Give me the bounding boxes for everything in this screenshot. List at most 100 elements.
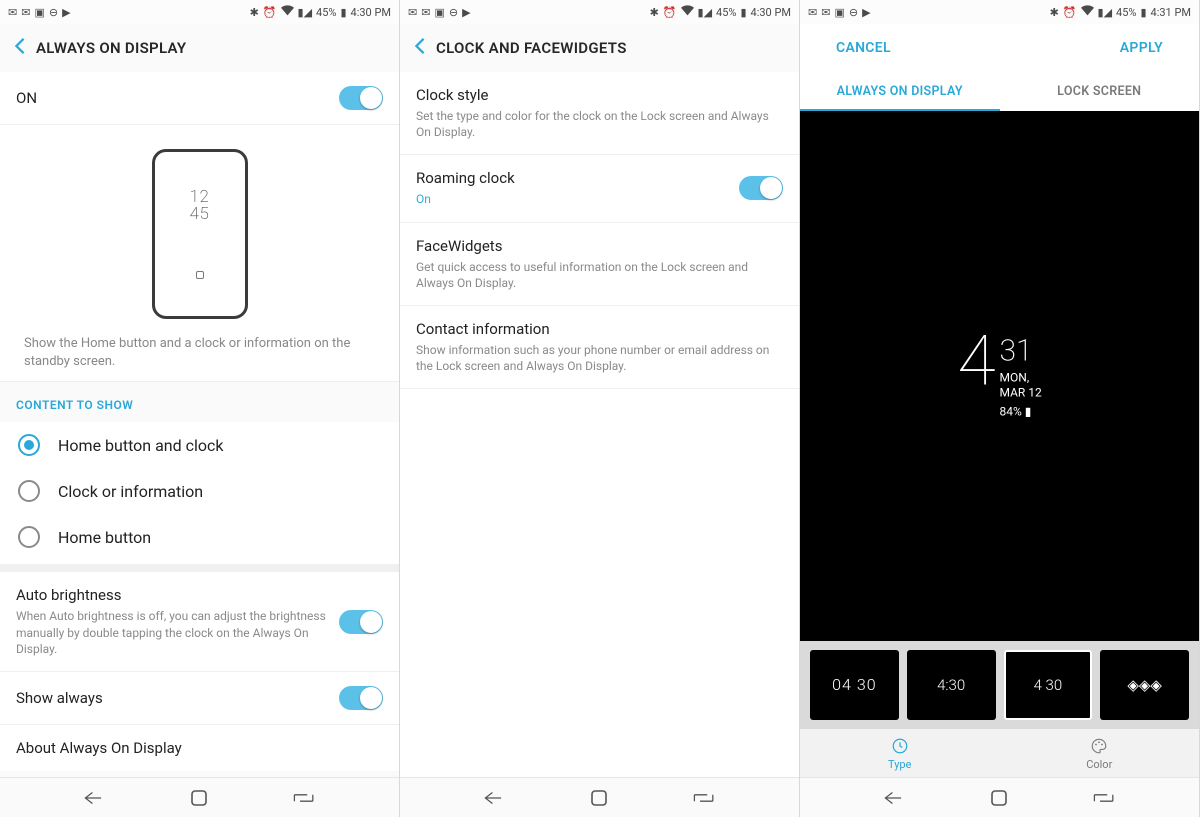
radio-icon: [18, 480, 40, 502]
section-header-content: CONTENT TO SHOW: [0, 382, 399, 422]
tab-lock-screen[interactable]: LOCK SCREEN: [1000, 72, 1200, 111]
cancel-button[interactable]: CANCEL: [836, 40, 891, 56]
radio-home-button-and-clock[interactable]: Home button and clock: [0, 422, 399, 468]
nav-bar: [0, 777, 399, 817]
on-label: ON: [16, 89, 329, 107]
clock-preview: 4 31 MON, MAR 12 84% ▮: [800, 111, 1199, 641]
image-icon: ▣: [434, 6, 444, 19]
preview-home-button-icon: [196, 271, 204, 279]
auto-brightness-row[interactable]: Auto brightness When Auto brightness is …: [0, 572, 399, 672]
alarm-icon: ⏰: [263, 6, 277, 19]
status-bar: ✉ ✉ ▣ ⊖ ▶ ✱ ⏰ ▮◢ 45% ▮ 4:30 PM: [400, 0, 799, 24]
mail-icon: ✉: [808, 6, 817, 19]
page-title: CLOCK AND FACEWIDGETS: [436, 39, 627, 57]
app-bar: ALWAYS ON DISPLAY: [0, 24, 399, 72]
gmail-icon: ✉: [821, 6, 830, 19]
battery-icon: ▮: [740, 6, 746, 19]
battery-percent: 45%: [316, 6, 336, 19]
contact-information-row[interactable]: Contact information Show information suc…: [400, 306, 799, 389]
back-icon[interactable]: [414, 37, 426, 59]
row-sub: Set the type and color for the clock on …: [416, 108, 783, 140]
nav-recents-icon[interactable]: [1092, 789, 1116, 807]
nav-recents-icon[interactable]: [292, 789, 316, 807]
signal-icon: ▮◢: [1098, 6, 1113, 19]
preview-date-l2: MAR 12: [1000, 386, 1042, 400]
show-always-row[interactable]: Show always: [0, 672, 399, 725]
status-time: 4:30 PM: [751, 6, 791, 19]
radio-clock-or-information[interactable]: Clock or information: [0, 468, 399, 514]
tab-type[interactable]: Type: [800, 729, 1000, 777]
nav-recents-icon[interactable]: [692, 789, 716, 807]
row-title: Roaming clock: [416, 169, 729, 187]
bluetooth-icon: ✱: [250, 6, 259, 19]
clock-style-row[interactable]: Clock style Set the type and color for t…: [400, 72, 799, 155]
nav-back-icon[interactable]: [83, 789, 105, 807]
status-bar: ✉ ✉ ▣ ⊖ ▶ ✱ ⏰ ▮◢ 45% ▮ 4:31 PM: [800, 0, 1199, 24]
gmail-icon: ✉: [408, 6, 417, 19]
row-title: Clock style: [416, 86, 783, 104]
nav-back-icon[interactable]: [483, 789, 505, 807]
play-icon: ▶: [862, 6, 870, 19]
clock-style-option[interactable]: 4 30: [1004, 650, 1093, 720]
mail-icon: ✉: [21, 6, 30, 19]
radio-home-button[interactable]: Home button: [0, 514, 399, 564]
row-title: FaceWidgets: [416, 237, 783, 255]
status-time: 4:30 PM: [351, 6, 391, 19]
tab-type-label: Type: [888, 758, 911, 771]
panel-clock-and-facewidgets: ✉ ✉ ▣ ⊖ ▶ ✱ ⏰ ▮◢ 45% ▮ 4:30 PM CLOCK AND…: [400, 0, 800, 817]
panel-clock-style-picker: ✉ ✉ ▣ ⊖ ▶ ✱ ⏰ ▮◢ 45% ▮ 4:31 PM CANCEL AP…: [800, 0, 1200, 817]
auto-brightness-toggle[interactable]: [339, 610, 383, 634]
apply-button[interactable]: APPLY: [1120, 40, 1163, 56]
row-sub: On: [416, 191, 729, 207]
clock-style-option[interactable]: 04 30: [810, 650, 899, 720]
nav-home-icon[interactable]: [989, 788, 1009, 808]
radio-label: Home button and clock: [58, 436, 223, 455]
auto-brightness-sub: When Auto brightness is off, you can adj…: [16, 608, 329, 657]
clock-style-option[interactable]: 4:30: [907, 650, 996, 720]
dnd-icon: ⊖: [449, 6, 458, 19]
back-icon[interactable]: [14, 37, 26, 59]
tab-color[interactable]: Color: [1000, 729, 1200, 777]
status-time: 4:31 PM: [1151, 6, 1191, 19]
battery-icon: ▮: [1140, 6, 1146, 19]
roaming-clock-toggle[interactable]: [739, 176, 783, 200]
roaming-clock-row[interactable]: Roaming clock On: [400, 155, 799, 222]
show-always-title: Show always: [16, 689, 329, 707]
preview-hour: 4: [957, 333, 995, 393]
tab-always-on-display[interactable]: ALWAYS ON DISPLAY: [800, 72, 1000, 111]
clock-style-option[interactable]: ◈◈◈: [1100, 650, 1189, 720]
signal-icon: ▮◢: [298, 6, 313, 19]
nav-home-icon[interactable]: [589, 788, 609, 808]
palette-icon: [1090, 737, 1108, 755]
row-sub: Get quick access to useful information o…: [416, 259, 783, 291]
play-icon: ▶: [462, 6, 470, 19]
on-toggle[interactable]: [339, 86, 383, 110]
thumbnail-label: 04 30: [832, 675, 876, 694]
about-row[interactable]: About Always On Display: [0, 725, 399, 771]
on-toggle-row[interactable]: ON: [0, 72, 399, 125]
radio-label: Clock or information: [58, 482, 203, 501]
row-sub: Show information such as your phone numb…: [416, 342, 783, 374]
gmail-icon: ✉: [8, 6, 17, 19]
facewidgets-row[interactable]: FaceWidgets Get quick access to useful i…: [400, 223, 799, 306]
preview-area: 1245 Show the Home button and a clock or…: [0, 125, 399, 382]
mode-tabs: ALWAYS ON DISPLAY LOCK SCREEN: [800, 72, 1199, 111]
image-icon: ▣: [834, 6, 844, 19]
bluetooth-icon: ✱: [1050, 6, 1059, 19]
app-bar: CLOCK AND FACEWIDGETS: [400, 24, 799, 72]
nav-home-icon[interactable]: [189, 788, 209, 808]
battery-icon: ▮: [1025, 405, 1032, 419]
thumbnail-label: 4 30: [1034, 676, 1063, 694]
radio-icon: [18, 434, 40, 456]
preview-date-l1: MON,: [1000, 371, 1030, 385]
wifi-icon: [281, 5, 294, 19]
thumbnail-label: 4:30: [937, 676, 965, 694]
signal-icon: ▮◢: [698, 6, 713, 19]
thumbnail-label: ◈◈◈: [1127, 676, 1162, 694]
tab-color-label: Color: [1086, 758, 1112, 771]
page-title: ALWAYS ON DISPLAY: [36, 39, 186, 57]
battery-percent: 45%: [716, 6, 736, 19]
bluetooth-icon: ✱: [650, 6, 659, 19]
nav-back-icon[interactable]: [883, 789, 905, 807]
show-always-toggle[interactable]: [339, 686, 383, 710]
